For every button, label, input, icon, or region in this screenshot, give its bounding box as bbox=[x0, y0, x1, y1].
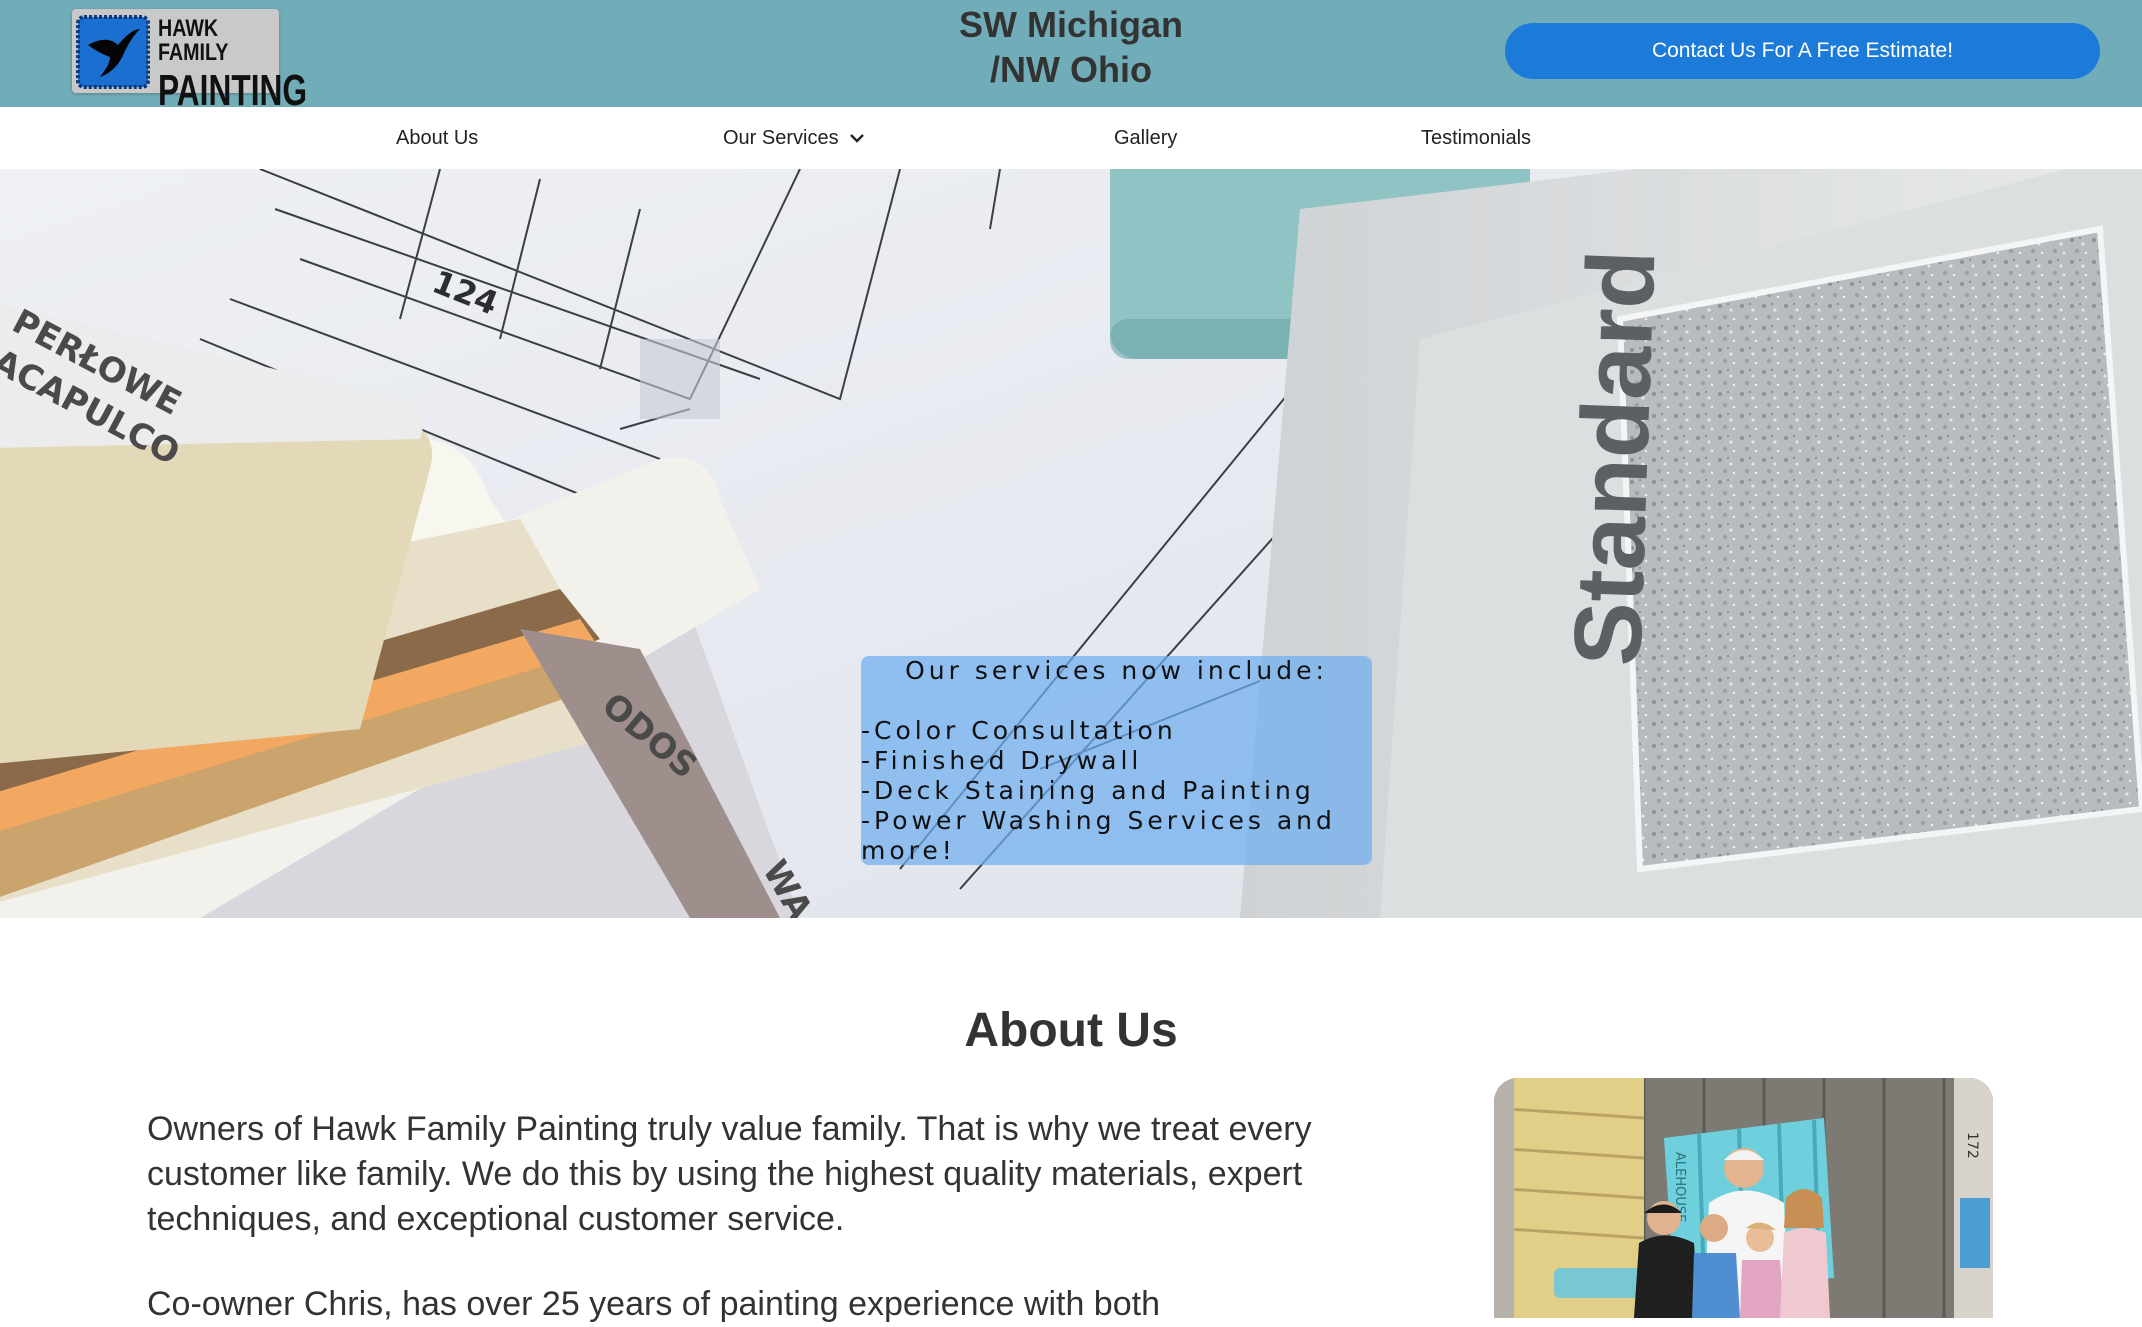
nav-item-gallery[interactable]: Gallery bbox=[1114, 107, 1177, 169]
promo-heading: Our services now include: bbox=[905, 656, 1328, 685]
hero-banner: 124 Standard PERŁOWE ACAPULCO ODOS WA Ou… bbox=[0, 169, 2142, 918]
about-paragraph-2: Co-owner Chris, has over 25 years of pai… bbox=[147, 1285, 1160, 1323]
site-header: HAWK FAMILY PAINTING SW Michigan /NW Ohi… bbox=[0, 0, 2142, 113]
nav-item-label: About Us bbox=[396, 126, 479, 149]
promo-service-item: -Deck Staining and Painting bbox=[861, 776, 1315, 805]
nav-item-label: Testimonials bbox=[1421, 126, 1532, 149]
promo-service-item: -Color Consultation bbox=[861, 716, 1177, 745]
promo-service-item: -Finished Drywall bbox=[861, 746, 1143, 775]
region-line-2: /NW Ohio bbox=[990, 49, 1152, 90]
nav-item-testimonials[interactable]: Testimonials bbox=[1421, 107, 1531, 169]
service-region: SW Michigan /NW Ohio bbox=[900, 2, 1242, 92]
about-heading: About Us bbox=[964, 1004, 1178, 1057]
nav-item-our-services[interactable]: Our Services bbox=[723, 107, 865, 169]
logo-wordmark: HAWK FAMILY PAINTING bbox=[158, 15, 307, 113]
services-promo-box: Our services now include: -Color Consult… bbox=[861, 656, 1372, 865]
nav-item-label: Gallery bbox=[1114, 126, 1178, 149]
about-paragraph: Owners of Hawk Family Painting truly val… bbox=[147, 1110, 1312, 1238]
nav-item-about-us[interactable]: About Us bbox=[396, 107, 478, 169]
free-estimate-button[interactable]: Contact Us For A Free Estimate! bbox=[1505, 23, 2100, 79]
chevron-down-icon bbox=[849, 134, 864, 143]
logo-line-1: HAWK FAMILY bbox=[158, 15, 229, 66]
region-line-1: SW Michigan bbox=[959, 4, 1183, 45]
family-photo: ALEHOUSE 172 bbox=[1494, 1078, 1993, 1318]
main-nav: About Us Our Services Gallery Testimonia… bbox=[0, 107, 2142, 169]
sample-standard-label: Standard bbox=[1554, 248, 1675, 668]
promo-service-item: -Power Washing Services and more! bbox=[861, 806, 1336, 865]
hawk-logo-icon bbox=[76, 15, 150, 89]
nav-item-label: Our Services bbox=[723, 126, 839, 149]
brand-logo[interactable]: HAWK FAMILY PAINTING bbox=[72, 9, 307, 113]
photo-sign-right: 172 bbox=[1964, 1132, 1980, 1159]
family-photo-image: ALEHOUSE 172 bbox=[1494, 1078, 1993, 1318]
